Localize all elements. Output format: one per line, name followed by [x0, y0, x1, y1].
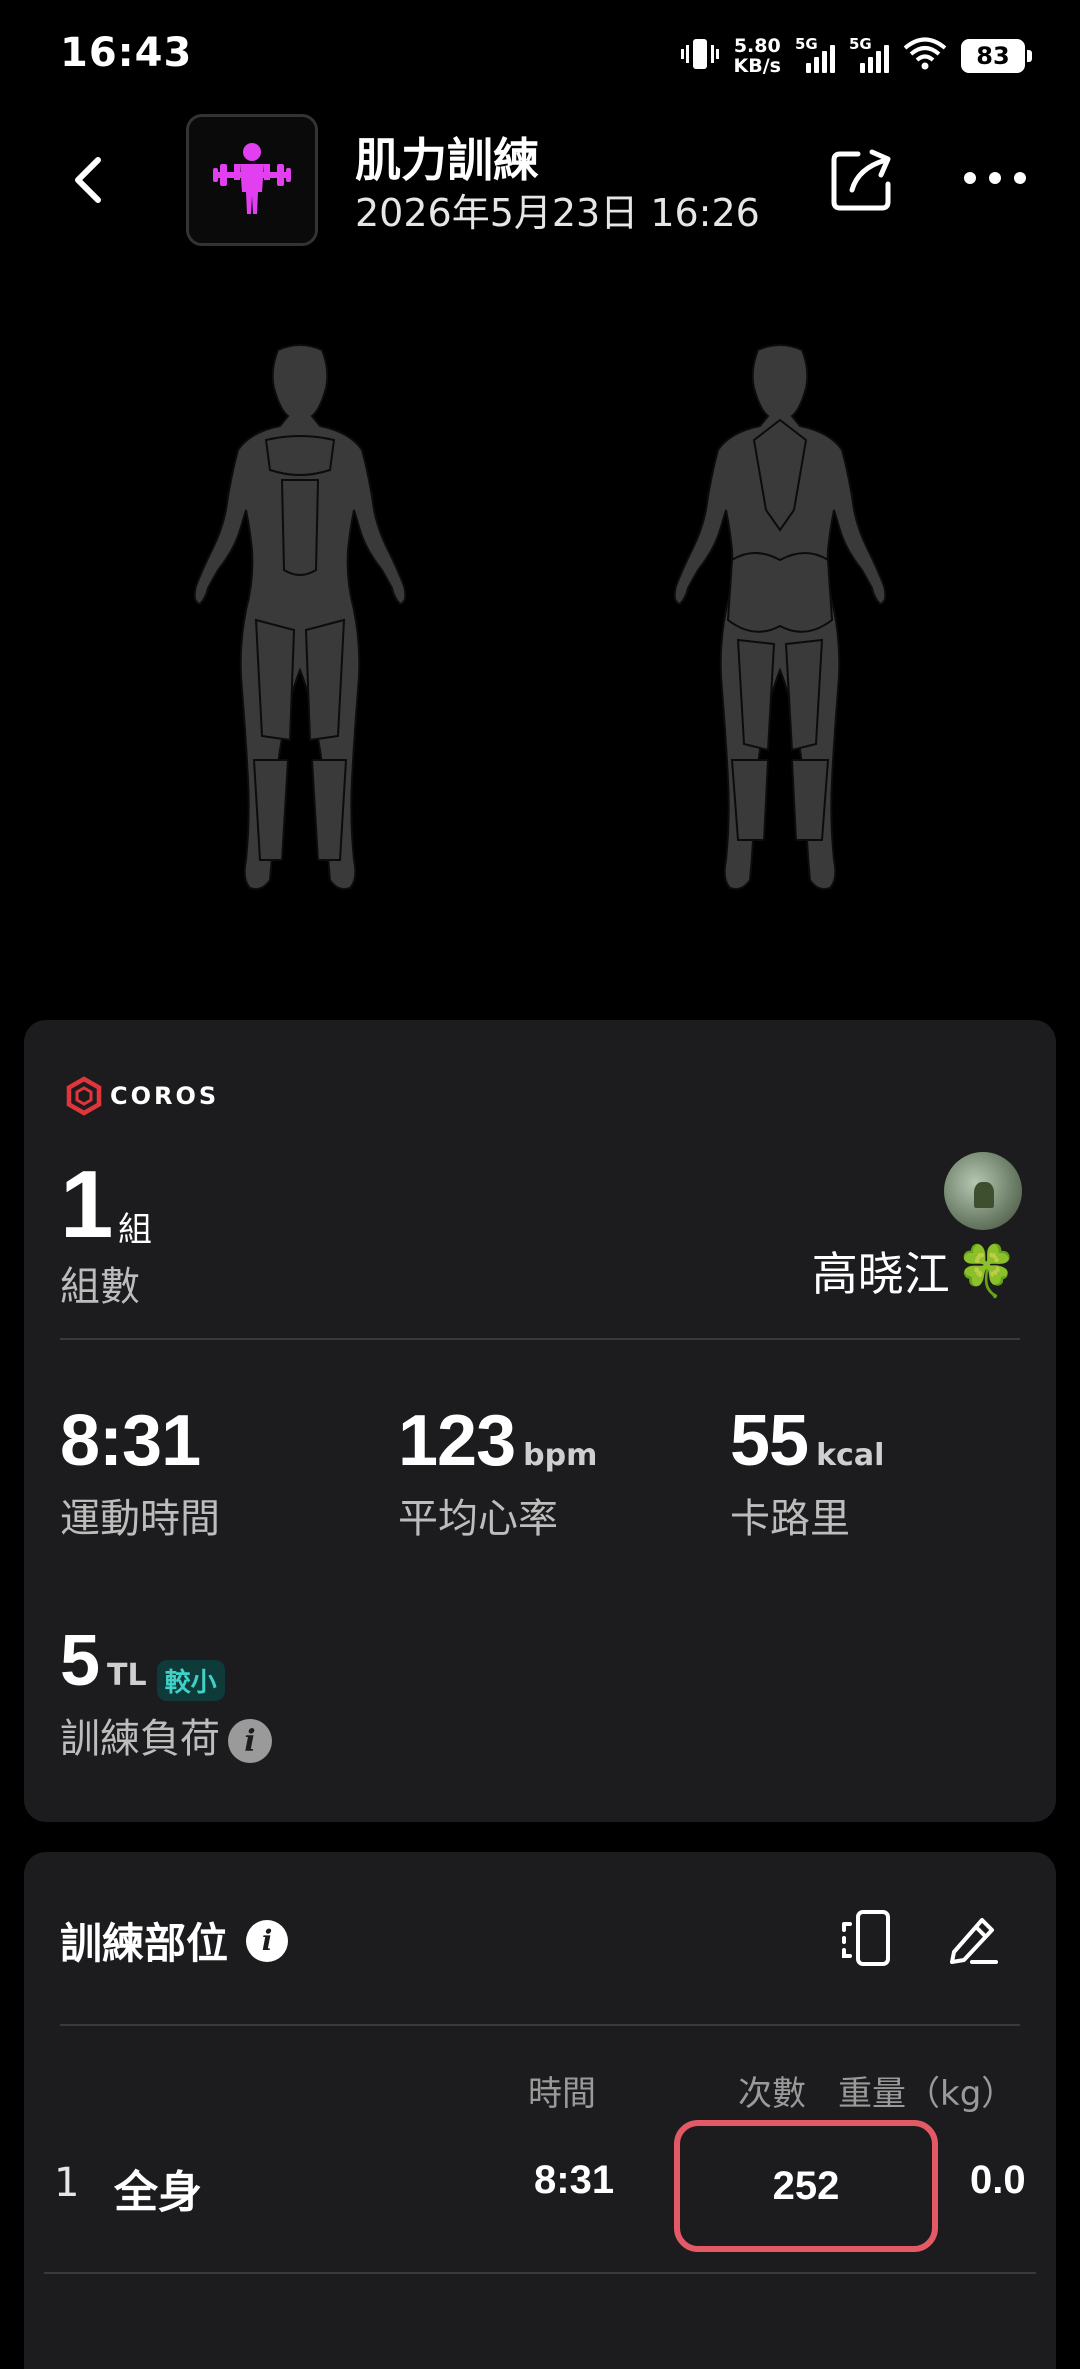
avatar[interactable]: [944, 1152, 1022, 1230]
vibrate-icon: [680, 37, 720, 75]
divider: [44, 2272, 1036, 2274]
duration-value: 8:31: [60, 1401, 201, 1481]
info-icon[interactable]: i: [246, 1919, 289, 1962]
training-parts-card: 訓練部位 i 時間 次數 重量（kg） 1 全身 8:31 252 0.0: [24, 1852, 1056, 2369]
column-header-weight: 重量（kg）: [838, 2074, 1016, 2114]
duration-stat: 8:31 運動時間: [60, 1400, 220, 1544]
duration-label: 運動時間: [60, 1496, 220, 1542]
row-reps-highlighted: 252: [674, 2120, 938, 2252]
avg-heart-rate-stat: 123 bpm 平均心率: [398, 1400, 597, 1544]
section-title: 訓練部位 i: [60, 1910, 289, 1971]
calories-value: 55: [730, 1401, 809, 1481]
signal-icon: 5G: [795, 35, 835, 73]
battery-icon: 83: [961, 39, 1032, 73]
heart-rate-unit: bpm: [523, 1438, 598, 1473]
body-front-figure: [170, 340, 430, 900]
user-name[interactable]: 高晓江 🍀: [812, 1238, 1018, 1304]
coros-logo-icon: [66, 1076, 102, 1116]
heart-rate-label: 平均心率: [398, 1496, 558, 1542]
more-options-button[interactable]: [960, 158, 1030, 198]
body-back-figure: [650, 340, 910, 900]
training-parts-title: 訓練部位: [60, 1919, 229, 1968]
column-header-reps: 次數: [738, 2074, 806, 2114]
back-button[interactable]: [60, 150, 120, 210]
workout-summary-card: COROS 1 組 組數 高晓江 🍀 8:31 運動時間 123 bpm 平均心率…: [24, 1020, 1056, 1822]
strength-training-icon: [186, 114, 318, 246]
status-bar: 16:43 5.80 KB/s 5G 5G 83: [0, 0, 1080, 110]
phone-view-button[interactable]: [836, 1908, 896, 1968]
brand-name: COROS: [110, 1082, 220, 1110]
training-load-unit: TL: [107, 1658, 147, 1693]
row-part: 全身: [114, 2167, 202, 2218]
user-name-text: 高晓江: [811, 1247, 950, 1301]
net-speed: 5.80 KB/s: [734, 36, 781, 76]
share-icon: [831, 149, 891, 211]
page-title: 肌力訓練: [355, 133, 539, 187]
calories-label: 卡路里: [730, 1496, 850, 1542]
share-button[interactable]: [828, 146, 896, 214]
calories-stat: 55 kcal 卡路里: [730, 1400, 884, 1544]
chevron-left-icon: [75, 157, 101, 203]
sets-value: 1: [60, 1151, 114, 1258]
signal-type-label: 5G: [849, 35, 872, 53]
wifi-icon: [903, 37, 947, 75]
row-weight: 0.0: [970, 2158, 1026, 2202]
signal-icon: 5G: [849, 35, 889, 73]
muscle-map: [0, 340, 1080, 900]
calories-unit: kcal: [816, 1438, 885, 1473]
edit-button[interactable]: [942, 1908, 1002, 1968]
status-time: 16:43: [60, 30, 193, 76]
header: 肌力訓練 2026年5月23日 16:26: [0, 110, 1080, 250]
training-load-badge: 較小: [156, 1660, 225, 1701]
net-speed-value: 5.80: [733, 35, 781, 57]
heart-rate-value: 123: [398, 1401, 516, 1481]
row-time: 8:31: [534, 2158, 615, 2202]
sets-label: 組數: [60, 1264, 140, 1310]
status-icons: 5.80 KB/s 5G 5G 83: [680, 30, 1032, 82]
more-icon: [964, 172, 1026, 184]
phone-icon: [842, 1910, 890, 1966]
column-header-time: 時間: [528, 2074, 596, 2114]
info-icon[interactable]: i: [228, 1719, 272, 1763]
pencil-icon: [950, 1918, 998, 1964]
training-load-label: 訓練負荷: [60, 1716, 220, 1762]
training-load-stat: 5 TL 較小 訓練負荷 i: [60, 1620, 272, 1764]
net-speed-unit: KB/s: [733, 55, 781, 77]
divider: [60, 2024, 1020, 2026]
brand-logo: COROS: [66, 1076, 219, 1116]
signal-type-label: 5G: [795, 35, 818, 53]
sets-unit: 組: [118, 1210, 152, 1250]
divider: [60, 1338, 1020, 1340]
training-load-value: 5: [60, 1621, 100, 1701]
row-index: 1: [54, 2160, 80, 2206]
clover-icon: 🍀: [955, 1241, 1018, 1300]
activity-date: 2026年5月23日 16:26: [355, 191, 760, 235]
